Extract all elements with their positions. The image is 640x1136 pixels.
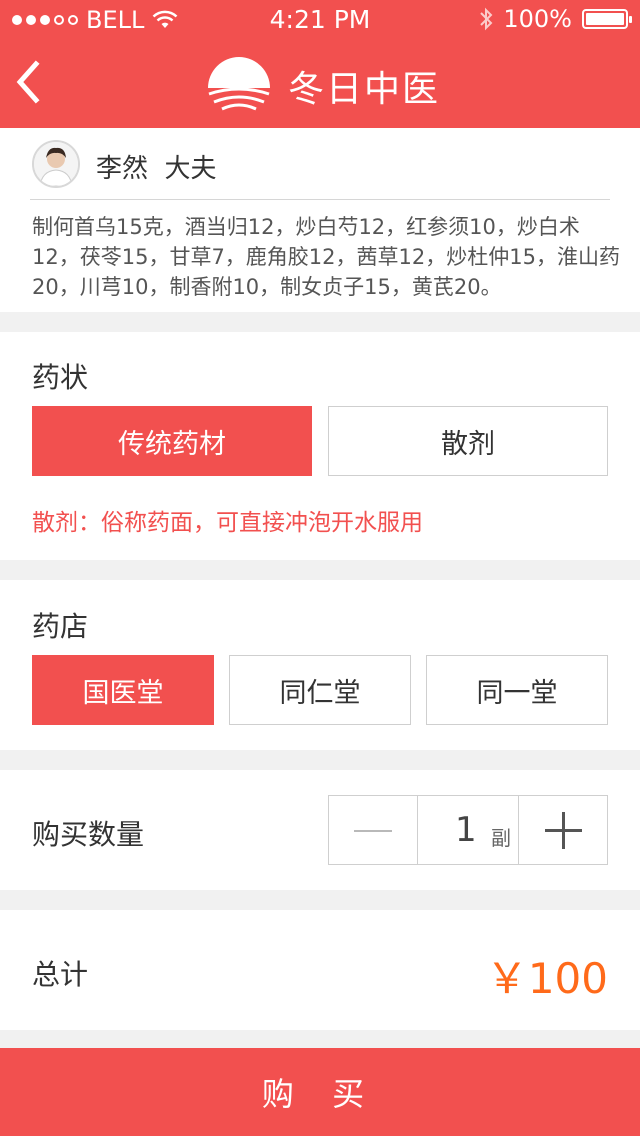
form-option-traditional[interactable]: 传统药材 — [32, 406, 312, 476]
buy-button[interactable]: 购 买 — [0, 1048, 640, 1136]
doctor-title: 大夫 — [164, 154, 217, 184]
battery-percent: 100% — [503, 5, 572, 33]
chevron-left-icon — [16, 60, 40, 104]
pharmacy-option-guoyitang[interactable]: 国医堂 — [32, 655, 214, 725]
total-label: 总计 — [32, 958, 89, 991]
pharmacy-label: 药店 — [32, 610, 89, 643]
prescription-text: 制何首乌15克，酒当归12，炒白芍12，红参须10，炒白术12，茯苓15，甘草7… — [32, 215, 620, 299]
divider — [30, 199, 610, 200]
pharmacy-option-tongrentang[interactable]: 同仁堂 — [229, 655, 411, 725]
bluetooth-icon — [480, 7, 493, 31]
status-right: 100% — [479, 5, 632, 33]
doctor-name-text: 李然 — [96, 154, 149, 184]
status-bar: BELL 4:21 PM 100% — [0, 0, 640, 40]
quantity-value: 1 — [455, 810, 477, 850]
form-label: 药状 — [32, 361, 89, 394]
total-price: ￥100 — [485, 954, 608, 1003]
back-button[interactable] — [12, 60, 52, 104]
quantity-stepper: 1 副 — [328, 795, 608, 865]
nav-bar: BELL 4:21 PM 100% 冬日中医 — [0, 0, 640, 128]
doctor-avatar — [32, 140, 80, 188]
quantity-label: 购买数量 — [32, 818, 145, 851]
pharmacy-option-tongyitang[interactable]: 同一堂 — [426, 655, 608, 725]
quantity-increase-button[interactable] — [518, 796, 608, 864]
app-title: 冬日中医 — [288, 69, 441, 110]
doctor-name: 李然 大夫 — [96, 148, 217, 185]
quantity-unit: 副 — [491, 826, 511, 850]
quantity-value-field: 1 副 — [417, 796, 517, 864]
quantity-decrease-button[interactable] — [329, 796, 418, 864]
battery-icon — [582, 9, 632, 29]
app-logo — [206, 52, 272, 118]
form-option-powder[interactable]: 散剂 — [328, 406, 608, 476]
sun-over-waves-icon — [208, 57, 270, 111]
form-note: 散剂：俗称药面，可直接冲泡开水服用 — [32, 510, 423, 536]
